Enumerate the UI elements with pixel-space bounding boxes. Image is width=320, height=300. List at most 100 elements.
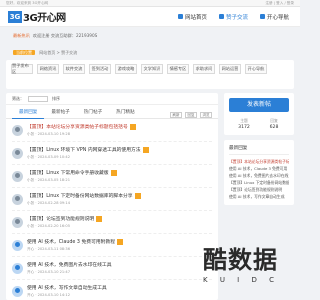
post-card: 发表新帖 主题 3172 回复 628 <box>224 93 294 135</box>
post-list: 【置顶】本站论坛分享资源类帖子标题包括括号 小张 · 2024-03-10 19… <box>6 119 218 300</box>
category-item[interactable]: 游戏攻略 <box>115 64 137 74</box>
side-list-item[interactable]: 使用 AI 技术，写作文章自动生成 <box>229 193 289 200</box>
category-item[interactable]: 情感专区 <box>167 64 189 74</box>
category-item[interactable]: 软件交流 <box>63 64 85 74</box>
pin-icon <box>110 169 117 176</box>
post-title[interactable]: 使用 AI 技术，免费图片去水印在线工具 <box>27 261 112 268</box>
filter-row: 筛选： 排序 <box>6 93 218 105</box>
filter-select[interactable] <box>28 95 48 102</box>
post-meta: 小张 · 2024-03-09 10:42 <box>27 155 70 159</box>
category-item[interactable]: 求助求问 <box>193 64 215 74</box>
latest-reply-card: 最新回复 【置顶】本站论坛分享资源类帖子标题包括 使用 AI 技术，Claude… <box>224 140 294 205</box>
crumb-path[interactable]: 网站首页 > 赞子交流 <box>39 50 77 55</box>
list-item[interactable]: 【置顶】论坛签到功能规则说明 小张 · 2024-02-20 16:05 <box>12 211 212 234</box>
post-title[interactable]: 【置顶】Linux 下定时备份网站数据库的脚本分享 <box>27 192 133 199</box>
refresh-button[interactable]: 刷新 <box>170 112 182 118</box>
notice-label: 最新热讯 <box>13 33 30 38</box>
category-item[interactable]: 网络资讯 <box>37 64 59 74</box>
list-item[interactable]: 使用 AI 技术，写作文章自动生成工具 开心 · 2024-03-10 14:1… <box>12 280 212 300</box>
notice-text[interactable]: 欢迎注册 交流互助群：2219390S <box>33 33 98 39</box>
list-item[interactable]: 【置顶】Linux 环境下 VPN 内网穿透工具的使用方法 小张 · 2024-… <box>12 142 212 165</box>
avatar[interactable] <box>12 124 23 136</box>
avatar[interactable] <box>12 193 23 205</box>
avatar[interactable] <box>12 262 23 274</box>
tab-latest-reply[interactable]: 最新回复 <box>12 105 45 119</box>
side-list-item[interactable]: 使用 AI 技术，免费图片去水印在线工具 <box>229 172 289 179</box>
stat-topics: 主题 3172 <box>229 118 259 130</box>
views-sort-button[interactable]: 浏览 <box>200 112 212 118</box>
post-title[interactable]: 【置顶】论坛签到功能规则说明 <box>27 215 94 222</box>
filter-label: 筛选： <box>12 95 24 101</box>
side-list-item[interactable]: 使用 AI 技术，Claude 3 免费可用 <box>229 165 289 172</box>
stat-label: 回复 <box>270 118 278 123</box>
post-title[interactable]: 使用 AI 技术，写作文章自动生成工具 <box>27 284 107 291</box>
stat-label: 主题 <box>240 118 248 123</box>
reply-sort-button[interactable]: 回复 <box>185 112 197 118</box>
avatar[interactable] <box>12 170 23 182</box>
watermark-text: 酷数据 <box>203 246 278 274</box>
side-list-item[interactable]: 【置顶】本站论坛分享资源类帖子标题包括 <box>229 158 289 165</box>
post-meta: 小张 · 2024-03-10 19:28 <box>27 132 70 136</box>
list-actions: 刷新 回复 浏览 <box>170 112 212 118</box>
main-nav: 网站首页 赞子交流 开心导航 <box>175 11 292 23</box>
category-item[interactable]: 网站运营 <box>219 64 241 74</box>
category-item[interactable]: 赞子发布区 <box>11 63 33 74</box>
list-item[interactable]: 【置顶】Linux 下定时备份网站数据库的脚本分享 小张 · 2024-02-2… <box>12 188 212 211</box>
nav-item-links[interactable]: 开心导航 <box>257 11 292 23</box>
thread-list-panel: 筛选： 排序 最新回复 最新帖子 热门帖子 热门精贴 刷新 回复 浏览 【置顶】… <box>6 93 218 300</box>
side-heading: 最新回复 <box>229 145 289 155</box>
watermark: 酷数据 K U I D C <box>203 240 300 300</box>
post-meta: 小张 · 2024-02-20 16:05 <box>27 224 70 228</box>
list-item[interactable]: 【置顶】本站论坛分享资源类帖子标题包括括号 小张 · 2024-03-10 19… <box>12 119 212 142</box>
category-item[interactable]: 文学知识 <box>141 64 163 74</box>
nav-label: 赞子交流 <box>225 14 248 21</box>
chat-icon <box>218 14 224 19</box>
logo-text: 3G开心网 <box>23 9 66 24</box>
new-icon <box>117 238 124 245</box>
logo-mark: 3G <box>8 10 22 23</box>
avatar[interactable] <box>12 147 23 159</box>
pin-icon <box>142 146 149 153</box>
avatar[interactable] <box>12 216 23 228</box>
avatar[interactable] <box>12 239 23 251</box>
logo-name: 3G开心网 <box>23 13 66 24</box>
post-meta: 开心 · 2024-03-10 21:47 <box>27 270 70 274</box>
notice-bar: 最新热讯 欢迎注册 交流互助群：2219390S <box>13 33 97 39</box>
sidebar: 发表新帖 主题 3172 回复 628 最新回复 【置顶】本站论坛分享资源类帖子… <box>224 93 294 210</box>
nav-item-home[interactable]: 网站首页 <box>175 11 210 23</box>
tab-hot-post[interactable]: 热门帖子 <box>77 105 109 119</box>
post-title[interactable]: 【置顶】Linux 环境下 VPN 内网穿透工具的使用方法 <box>27 146 141 153</box>
list-item[interactable]: 使用 AI 技术，Claude 3 免费可用附教程 开心 · 2024-03-1… <box>12 234 212 257</box>
post-meta: 小张 · 2024-02-28 09:14 <box>27 201 70 205</box>
welcome-text: 您好，欢迎来到 3G开心网 <box>6 0 49 5</box>
nav-item-forum[interactable]: 赞子交流 <box>216 11 251 23</box>
forum-stats: 主题 3172 回复 628 <box>229 118 289 130</box>
pin-icon <box>134 192 141 199</box>
pin-icon <box>96 215 103 222</box>
site-logo[interactable]: 3G 3G开心网 <box>8 9 66 24</box>
sort-label[interactable]: 排序 <box>52 96 60 102</box>
category-item[interactable]: 签到活动 <box>89 64 111 74</box>
post-meta: 开心 · 2024-03-10 14:12 <box>27 293 70 297</box>
login-links[interactable]: 注册 | 登入 / 登录 <box>265 1 294 6</box>
category-panel: 赞子发布区 网络资讯 软件交流 签到活动 游戏攻略 文学知识 情感专区 求助求问… <box>6 60 294 89</box>
post-title[interactable]: 【置顶】本站论坛分享资源类帖子标题包括括号 <box>27 123 128 130</box>
side-list-item[interactable]: 【置顶】论坛签到功能规则说明 <box>229 186 289 193</box>
tab-latest-post[interactable]: 最新帖子 <box>44 105 76 119</box>
post-title[interactable]: 使用 AI 技术，Claude 3 免费可用附教程 <box>27 238 115 245</box>
post-title[interactable]: 【置顶】Linux 下常用命令手册收藏版 <box>27 169 109 176</box>
avatar[interactable] <box>12 285 23 297</box>
nav-label: 网站首页 <box>184 14 207 21</box>
nav-label: 开心导航 <box>266 14 289 21</box>
list-item[interactable]: 使用 AI 技术，免费图片去水印在线工具 开心 · 2024-03-10 21:… <box>12 257 212 280</box>
tab-hot-featured[interactable]: 热门精贴 <box>109 105 141 119</box>
list-item[interactable]: 【置顶】Linux 下常用命令手册收藏版 小张 · 2024-03-05 18:… <box>12 165 212 188</box>
site-header: 3G 3G开心网 网站首页 赞子交流 开心导航 <box>0 7 300 27</box>
category-item[interactable]: 开心导航 <box>245 64 267 74</box>
watermark-sub: K U I D C <box>203 276 279 284</box>
stat-replies: 回复 628 <box>259 118 289 130</box>
new-post-button[interactable]: 发表新帖 <box>229 98 289 112</box>
side-list-item[interactable]: 【置顶】Linux 下定时备份网站数据库 <box>229 179 289 186</box>
stat-value: 628 <box>269 125 279 130</box>
pin-icon <box>129 123 136 130</box>
